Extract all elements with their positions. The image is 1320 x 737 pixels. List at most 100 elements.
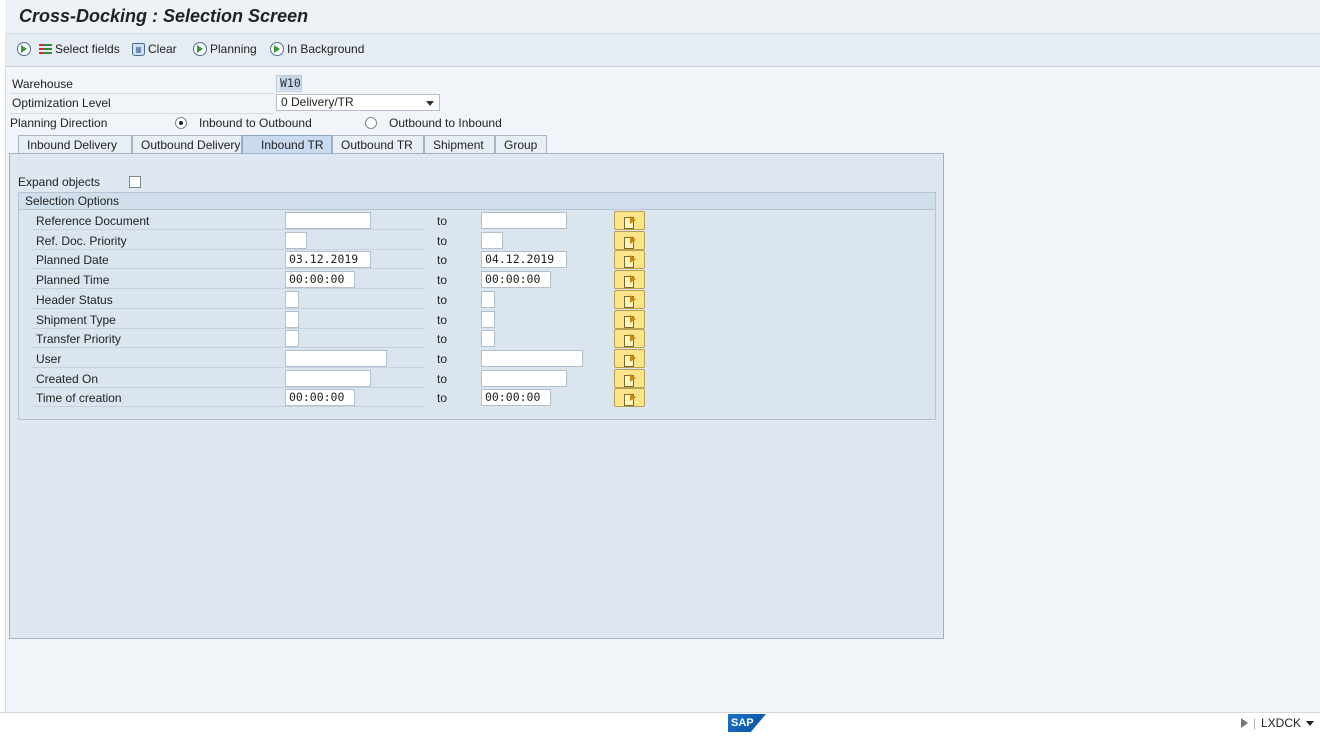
row-divider (32, 307, 425, 309)
selection-from-input[interactable]: 03.12.2019 (285, 251, 371, 269)
multiple-selection-button[interactable] (614, 388, 645, 408)
to-label: to (437, 332, 448, 347)
to-label: to (437, 253, 448, 268)
row-divider (32, 327, 425, 329)
execute-button[interactable] (17, 42, 31, 56)
selection-to-input[interactable] (481, 231, 503, 249)
selection-from-input[interactable]: 00:00:00 (285, 271, 355, 289)
to-label: to (437, 371, 448, 386)
selection-row-label: Ref. Doc. Priority (36, 233, 127, 248)
play-icon (1240, 718, 1248, 728)
selection-from-input[interactable] (285, 231, 307, 249)
selection-to-input[interactable] (481, 310, 495, 328)
row-divider (32, 386, 425, 388)
in-background-label: In Background (287, 42, 365, 56)
tab-inbound-tr[interactable]: Inbound TR (242, 135, 332, 154)
multiple-selection-button[interactable] (614, 250, 645, 270)
select-fields-label: Select fields (55, 42, 120, 56)
clear-label: Clear (148, 42, 177, 56)
selection-to-input[interactable] (481, 349, 583, 367)
expand-objects-label: Expand objects (18, 175, 101, 189)
multiple-selection-button[interactable] (614, 329, 645, 349)
in-background-button[interactable]: In Background (270, 42, 364, 56)
to-label: to (437, 351, 448, 366)
selection-to-input[interactable] (481, 369, 567, 387)
selection-from-input[interactable] (285, 212, 371, 229)
optimization-level-value: 0 Delivery/TR (281, 95, 354, 109)
planning-button[interactable]: Planning (193, 42, 257, 56)
selection-row-label: Planned Time (36, 273, 110, 288)
selection-to-input[interactable] (481, 290, 495, 308)
selection-to-input[interactable]: 00:00:00 (481, 389, 551, 407)
title-bar: Cross-Docking : Selection Screen (5, 0, 1320, 34)
selection-to-input[interactable]: 00:00:00 (481, 271, 551, 289)
selection-row-label: Shipment Type (36, 312, 116, 327)
clear-button[interactable]: Clear (132, 42, 177, 56)
select-fields-button[interactable]: Select fields (39, 42, 120, 56)
dropdown-arrow-icon (426, 101, 434, 106)
multiple-selection-button[interactable] (614, 211, 645, 230)
multiple-selection-button[interactable] (614, 289, 645, 309)
multiple-selection-button[interactable] (614, 230, 645, 250)
divider (10, 113, 274, 114)
selection-to-input[interactable]: 04.12.2019 (481, 251, 567, 269)
radio-outbound-to-inbound[interactable] (365, 117, 377, 129)
selection-from-input[interactable] (285, 310, 299, 328)
selection-from-input[interactable] (285, 330, 299, 348)
tab-outbound-tr[interactable]: Outbound TR (332, 135, 424, 154)
multiple-selection-button[interactable] (614, 348, 645, 368)
planning-direction-label: Planning Direction (10, 116, 108, 130)
to-label: to (437, 312, 448, 327)
to-label: to (437, 233, 448, 248)
row-divider (32, 406, 425, 408)
selection-to-input[interactable] (481, 212, 567, 229)
selection-row-label: User (36, 351, 62, 366)
page-title: Cross-Docking : Selection Screen (19, 6, 309, 26)
selection-row-label: Header Status (36, 292, 113, 307)
selection-row-label: Planned Date (36, 253, 109, 268)
row-divider (32, 268, 425, 270)
radio-outbound-label: Outbound to Inbound (389, 116, 502, 130)
selection-options-title: Selection Options (19, 193, 935, 210)
selection-row-label: Created On (36, 371, 99, 386)
multiple-selection-button[interactable] (614, 270, 645, 290)
row-divider (32, 288, 425, 290)
selection-row-label: Reference Document (36, 214, 150, 228)
application-toolbar: Select fields Clear Planning In Backgrou… (5, 34, 1320, 67)
selection-from-input[interactable] (285, 290, 299, 308)
execute-icon (17, 42, 31, 56)
tab-inbound-delivery[interactable]: Inbound Delivery (18, 135, 132, 154)
background-icon (270, 42, 284, 56)
tab-outbound-delivery[interactable]: Outbound Delivery (132, 135, 242, 154)
row-divider (32, 347, 425, 349)
selection-from-input[interactable]: 00:00:00 (285, 389, 355, 407)
tab-shipment[interactable]: Shipment (424, 135, 495, 154)
radio-inbound-label: Inbound to Outbound (199, 116, 312, 130)
multiple-selection-button[interactable] (614, 309, 645, 329)
caret-down-icon (1306, 720, 1314, 726)
divider (10, 93, 274, 94)
row-divider (32, 229, 425, 230)
tab-group[interactable]: Group (495, 135, 547, 154)
selection-from-input[interactable] (285, 369, 371, 387)
row-divider (32, 248, 425, 250)
multiple-selection-button[interactable] (614, 368, 645, 388)
to-label: to (437, 273, 448, 288)
to-label: to (437, 292, 448, 307)
clear-icon (132, 42, 145, 56)
select-fields-icon (39, 43, 52, 56)
system-info[interactable]: | LXDCK (1240, 716, 1314, 730)
warehouse-field[interactable]: W10 (276, 75, 302, 92)
selection-from-input[interactable] (285, 349, 387, 367)
planning-label: Planning (210, 42, 257, 56)
expand-objects-checkbox[interactable] (129, 176, 141, 188)
system-name: LXDCK (1260, 716, 1301, 730)
selection-row-label: Transfer Priority (36, 332, 121, 347)
selection-row-label: Time of creation (36, 391, 122, 406)
optimization-level-select[interactable]: 0 Delivery/TR (276, 94, 440, 111)
selection-to-input[interactable] (481, 330, 495, 348)
status-bar: SAP | LXDCK (0, 712, 1320, 737)
planning-icon (193, 42, 207, 56)
radio-inbound-to-outbound[interactable] (175, 117, 187, 129)
row-divider (32, 366, 425, 368)
